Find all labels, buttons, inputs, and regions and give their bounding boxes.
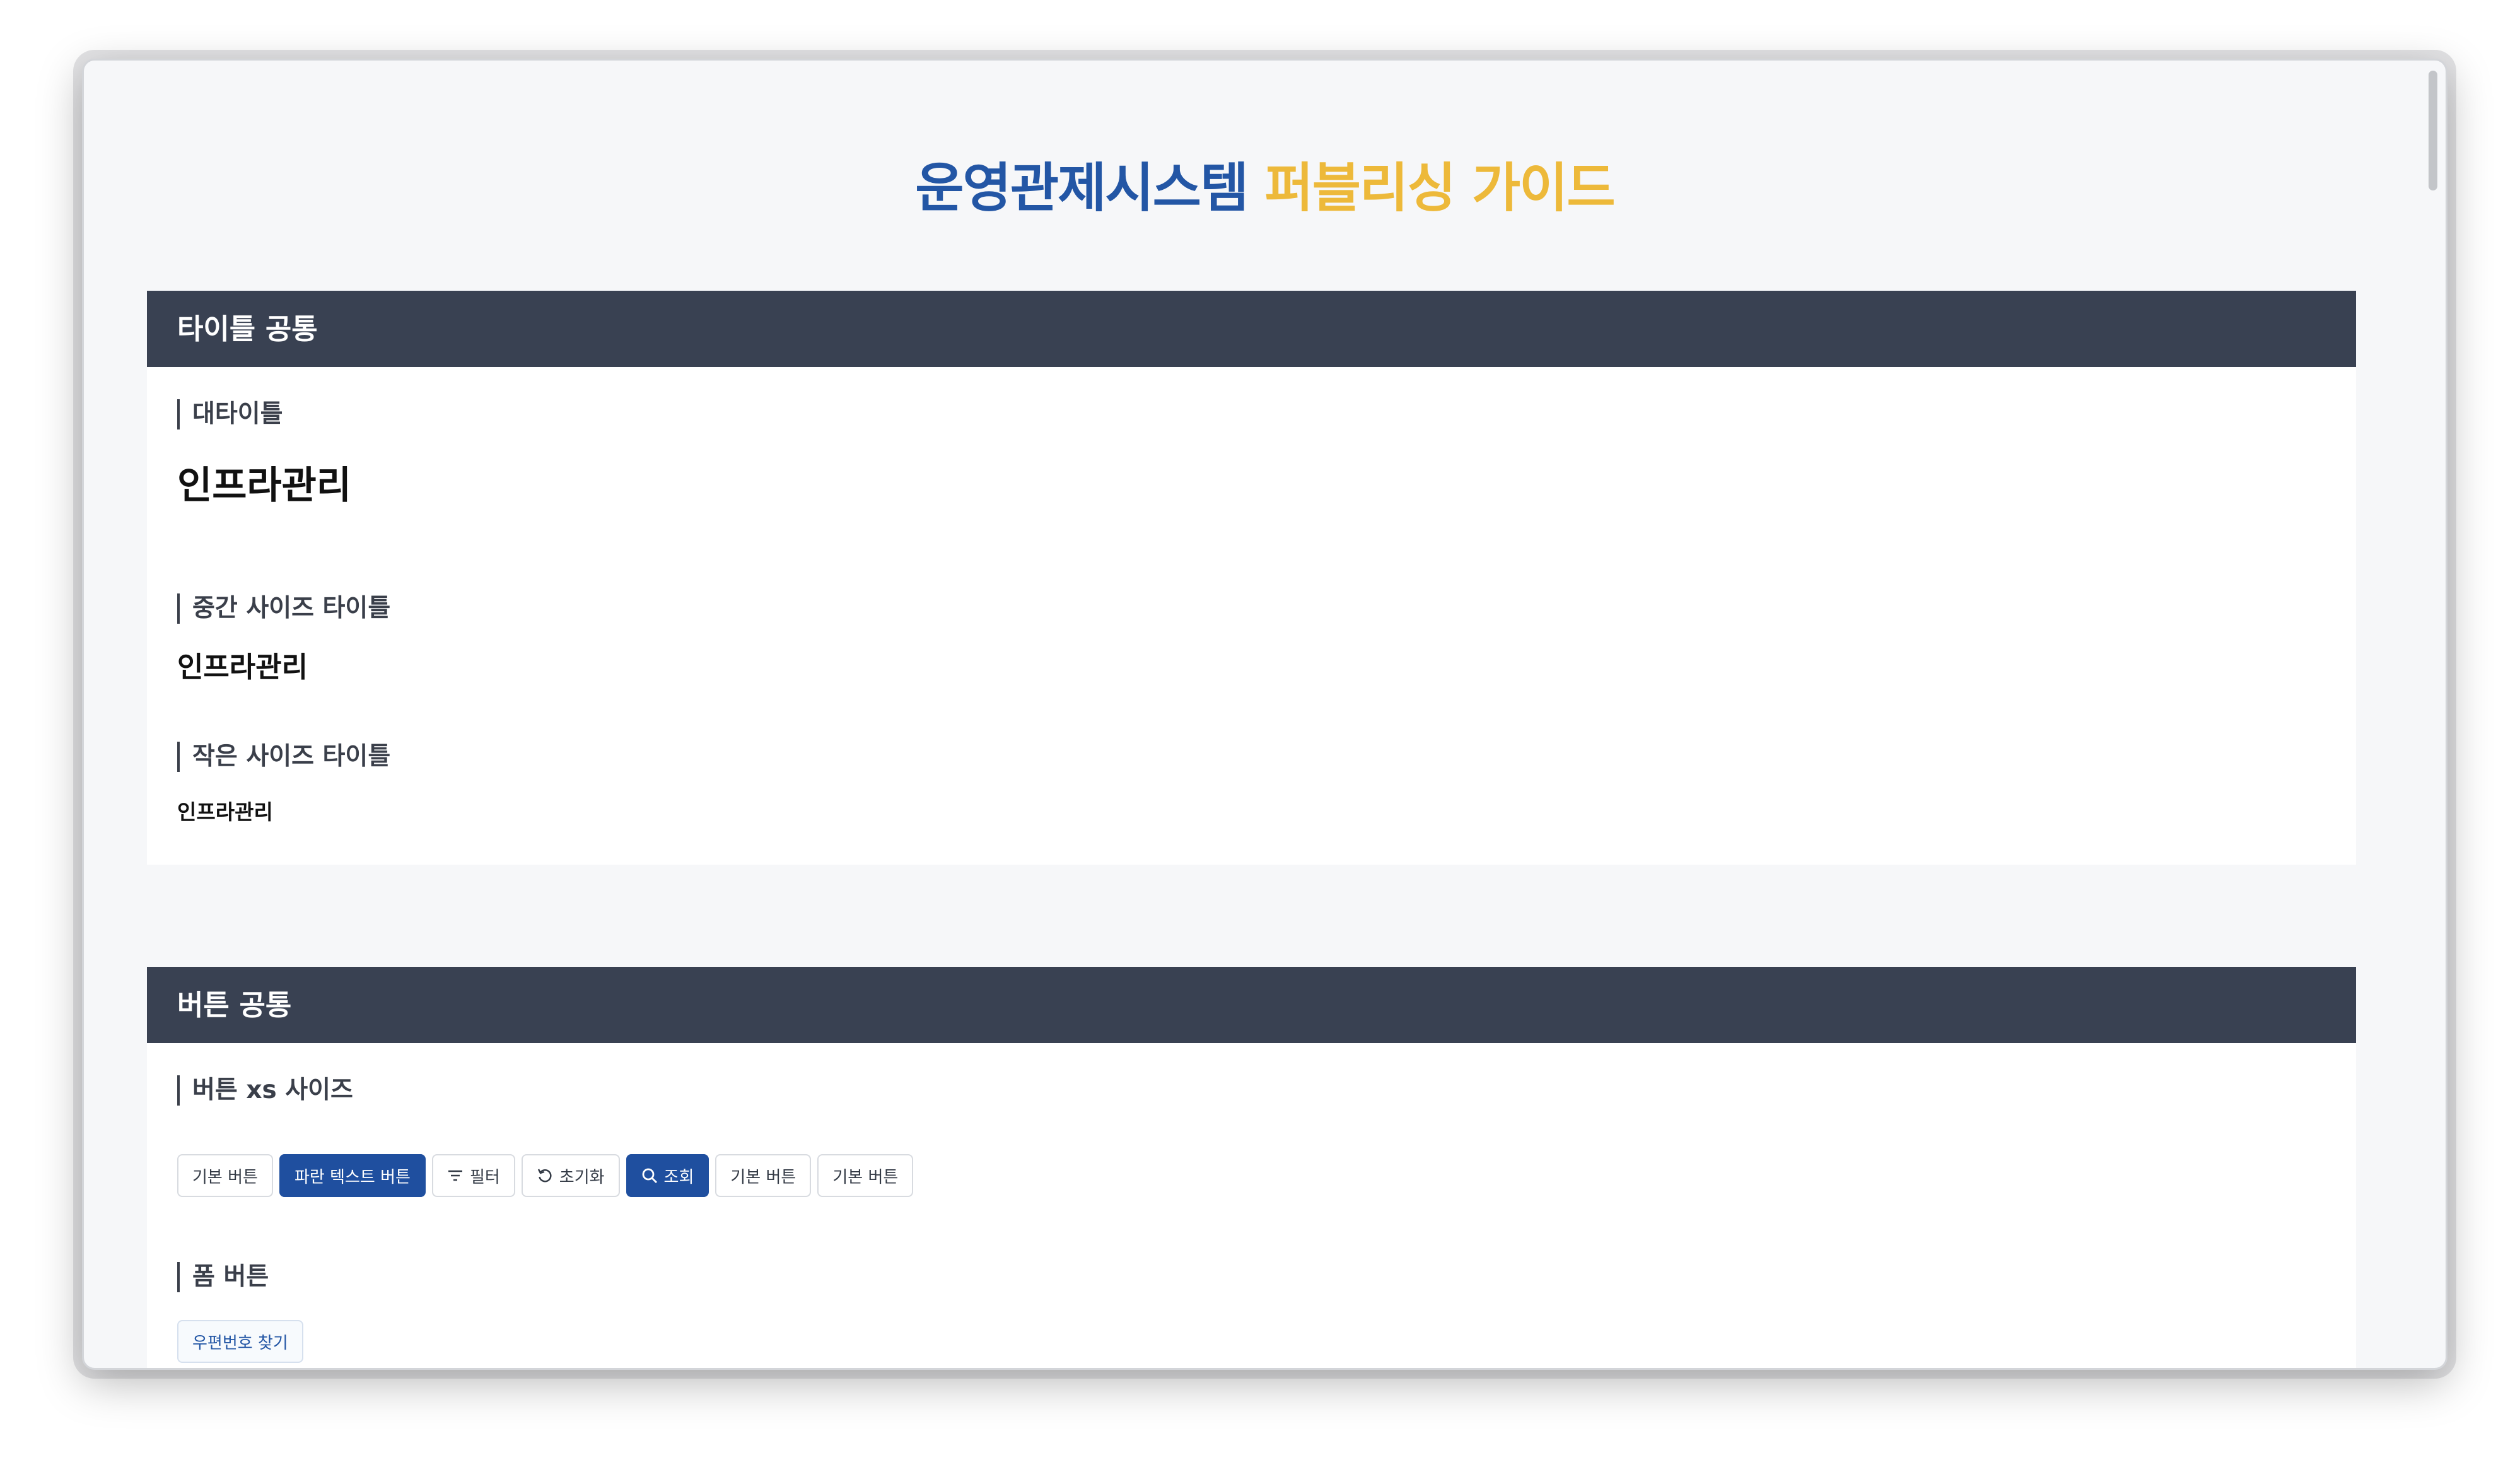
basic-button[interactable]: 기본 버튼 [817, 1154, 914, 1197]
subsection-label-large-title: 대타이틀 [177, 399, 283, 429]
button-label: 기본 버튼 [192, 1167, 258, 1187]
button-label: 조회 [663, 1167, 694, 1187]
search-button[interactable]: 조회 [626, 1154, 709, 1197]
subsection-label-xs-buttons: 버튼 xs 사이즈 [177, 1075, 353, 1106]
button-label: 초기화 [559, 1167, 605, 1187]
blue-text-button[interactable]: 파란 텍스트 버튼 [279, 1154, 426, 1197]
vertical-scrollbar[interactable] [2425, 67, 2439, 1360]
button-label: 기본 버튼 [730, 1167, 796, 1187]
section-title-common: 타이틀 공통 대타이틀 인프라관리 중간 사이즈 타이틀 인프라관리 작은 사이… [147, 291, 2356, 865]
filter-icon [447, 1169, 464, 1183]
subsection-label-medium-title: 중간 사이즈 타이틀 [177, 593, 390, 624]
reset-icon [537, 1167, 553, 1184]
basic-button[interactable]: 기본 버튼 [177, 1154, 273, 1197]
basic-button[interactable]: 기본 버튼 [715, 1154, 812, 1197]
section-button-common: 버튼 공통 버튼 xs 사이즈 기본 버튼 파란 텍스트 버튼 필터 초기화 조… [147, 967, 2356, 1368]
browser-window: 운영관제시스템 퍼블리싱 가이드 타이틀 공통 대타이틀 인프라관리 중간 사이… [82, 59, 2447, 1370]
page-title-accent: 퍼블리싱 가이드 [1264, 157, 1616, 219]
button-label: 필터 [469, 1167, 500, 1187]
page-title-main: 운영관제시스템 [915, 157, 1249, 219]
button-label: 우편번호 찾기 [192, 1333, 288, 1353]
large-title-sample: 인프라관리 [177, 464, 351, 508]
form-button-row: 우편번호 찾기 [177, 1320, 303, 1363]
search-icon [641, 1167, 658, 1184]
subsection-label-small-title: 작은 사이즈 타이틀 [177, 742, 390, 772]
section-header: 버튼 공통 [147, 967, 2356, 1043]
medium-title-sample: 인프라관리 [177, 650, 308, 684]
page-title: 운영관제시스템 퍼블리싱 가이드 [84, 146, 2446, 222]
reset-button[interactable]: 초기화 [521, 1154, 620, 1197]
section-header: 타이틀 공통 [147, 291, 2356, 367]
filter-button[interactable]: 필터 [431, 1154, 515, 1197]
button-label: 기본 버튼 [832, 1167, 899, 1187]
small-title-sample: 인프라관리 [177, 800, 273, 824]
xs-button-row: 기본 버튼 파란 텍스트 버튼 필터 초기화 조회 기본 버튼 기본 버튼 [177, 1154, 914, 1197]
subsection-label-form-buttons: 폼 버튼 [177, 1262, 269, 1292]
postal-code-search-button[interactable]: 우편번호 찾기 [177, 1320, 303, 1363]
button-label: 파란 텍스트 버튼 [294, 1167, 411, 1187]
